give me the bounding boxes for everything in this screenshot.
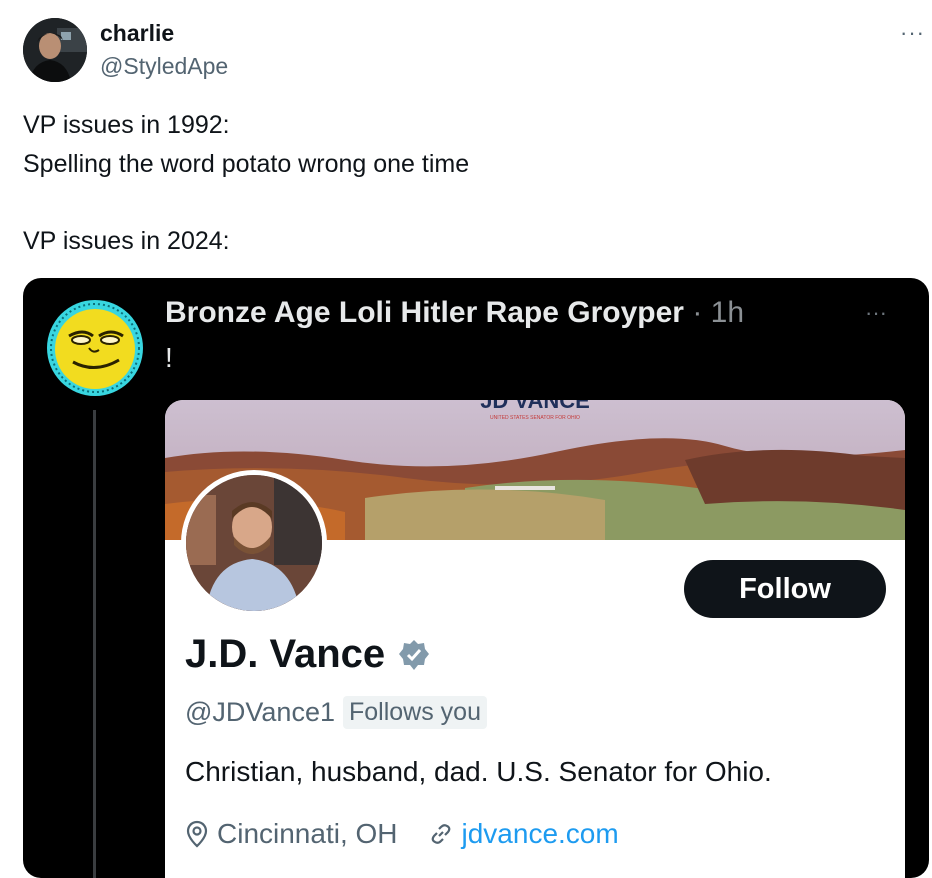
quoted-more-options-icon: ··· [865,300,887,325]
follow-button: Follow [684,560,886,618]
profile-card: JD VANCE UNITED STATES SENATOR FOR OHIO … [165,400,905,878]
banner-title: JD VANCE [480,400,590,413]
author-name[interactable]: charlie [100,20,174,47]
profile-location: Cincinnati, OH [217,818,398,849]
follows-you-badge: Follows you [342,696,487,729]
more-options-icon[interactable]: ··· [900,20,925,46]
profile-handle-row: @JDVance1 Follows you [185,696,487,729]
location-pin-icon [186,820,208,848]
profile-avatar [181,470,327,616]
avatar-photo [23,18,87,82]
profile-handle: @JDVance1 [185,697,335,727]
tweet-media-image[interactable]: Bronze Age Loli Hitler Rape Groyper · 1h… [23,278,929,878]
banner-subtitle: UNITED STATES SENATOR FOR OHIO [490,415,580,421]
profile-website-link: jdvance.com [461,818,619,849]
tweet-text: VP issues in 1992: Spelling the word pot… [23,111,470,255]
thread-line [93,410,96,878]
quoted-author-name: Bronze Age Loli Hitler Rape Groyper [165,296,684,329]
profile-name: J.D. Vance [185,632,386,676]
quoted-timestamp: · 1h [683,296,745,329]
quoted-author-line: Bronze Age Loli Hitler Rape Groyper · 1h [165,296,744,330]
link-icon [431,824,450,844]
quoted-text: ! [165,342,173,373]
profile-name-row: J.D. Vance [185,632,431,677]
quoted-author-avatar [45,298,145,398]
profile-photo [186,475,322,611]
profile-bio: Christian, husband, dad. U.S. Senator fo… [185,756,772,787]
author-avatar[interactable] [23,18,87,82]
verified-badge-icon [399,639,430,670]
groyper-avatar-icon [47,300,143,396]
author-handle[interactable]: @StyledApe [100,53,228,80]
profile-meta: Cincinnati, OH jdvance.com [185,818,619,850]
